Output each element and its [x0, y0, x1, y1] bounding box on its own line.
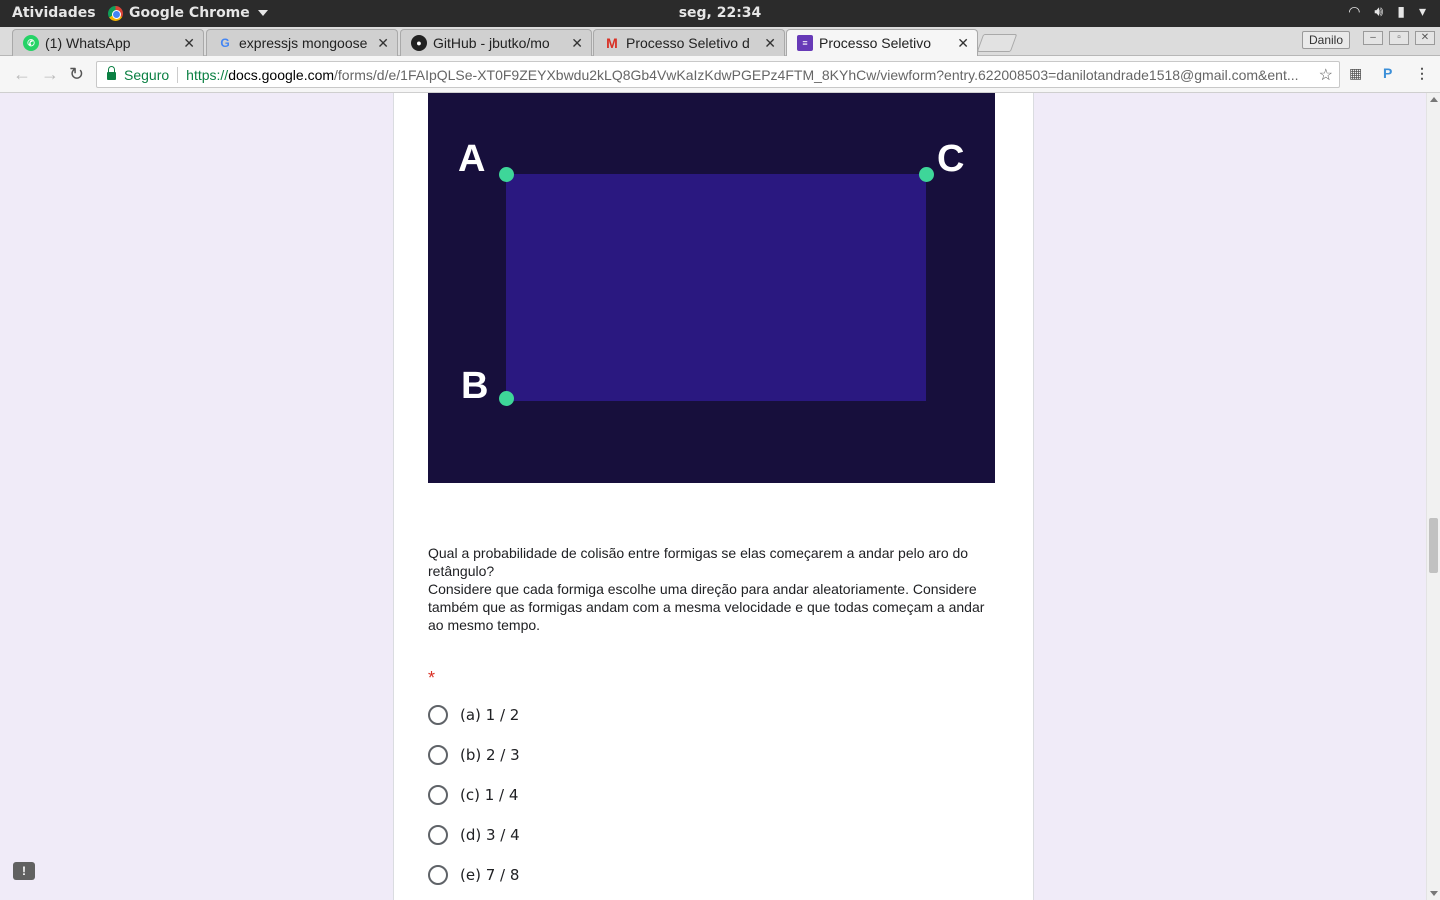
- scrollbar-thumb[interactable]: [1429, 518, 1438, 573]
- close-icon[interactable]: ✕: [183, 35, 195, 52]
- reload-icon[interactable]: ↻: [69, 64, 84, 85]
- secure-label: Seguro: [124, 66, 170, 83]
- google-icon: G: [220, 36, 230, 50]
- pushbullet-icon[interactable]: P: [1383, 65, 1392, 81]
- point-b: [499, 391, 514, 406]
- divider: [177, 66, 179, 83]
- tab-strip: ✆ (1) WhatsApp ✕ G expressjs mongoose ✕ …: [0, 27, 1440, 56]
- address-bar[interactable]: Seguro https://docs.google.com/forms/d/e…: [96, 61, 1340, 88]
- label-b: B: [461, 365, 489, 407]
- url-scheme: https://: [186, 66, 229, 83]
- volume-icon: 🔊︎: [1374, 4, 1384, 20]
- required-asterisk: *: [428, 668, 436, 688]
- tab-whatsapp[interactable]: ✆ (1) WhatsApp ✕: [12, 29, 204, 56]
- close-icon[interactable]: ✕: [377, 35, 389, 52]
- option-label: (d) 3 / 4: [460, 826, 520, 844]
- system-tray[interactable]: ◠ 🔊︎ ▮ ▾: [1348, 4, 1426, 20]
- tab-title: expressjs mongoose: [239, 35, 368, 51]
- menu-icon[interactable]: ⋮: [1415, 65, 1429, 82]
- radio-button[interactable]: [428, 745, 448, 765]
- url-host: docs.google.com: [228, 66, 335, 83]
- maximize-icon[interactable]: ▫: [1389, 31, 1409, 45]
- question-line: Qual a probabilidade de colisão entre fo…: [428, 545, 969, 579]
- label-c: C: [937, 138, 965, 180]
- tab-title: (1) WhatsApp: [45, 35, 131, 51]
- feedback-icon[interactable]: !: [13, 862, 35, 880]
- radio-button[interactable]: [428, 865, 448, 885]
- whatsapp-icon: ✆: [23, 35, 39, 51]
- option-c[interactable]: (c) 1 / 4: [428, 785, 518, 805]
- github-icon: ●: [411, 35, 427, 51]
- question-card: A C B Qual a probabilidade de colisão en…: [393, 93, 1034, 900]
- chevron-down-icon: ▾: [1418, 4, 1426, 20]
- option-a[interactable]: (a) 1 / 2: [428, 705, 519, 725]
- option-d[interactable]: (d) 3 / 4: [428, 825, 520, 845]
- tab-title: Processo Seletivo d: [626, 35, 750, 51]
- minimize-icon[interactable]: –: [1363, 31, 1383, 45]
- url-text[interactable]: https://docs.google.com/forms/d/e/1FAIpQ…: [186, 67, 1298, 83]
- label-a: A: [458, 138, 486, 180]
- profile-button[interactable]: Danilo: [1302, 31, 1351, 49]
- form-page: A C B Qual a probabilidade de colisão en…: [0, 93, 1426, 900]
- bookmark-star-icon[interactable]: ☆: [1319, 65, 1333, 85]
- tab-title: Processo Seletivo: [819, 35, 932, 51]
- close-icon[interactable]: ✕: [571, 35, 583, 52]
- close-icon[interactable]: ✕: [957, 35, 969, 52]
- point-c: [919, 167, 934, 182]
- option-label: (a) 1 / 2: [460, 706, 520, 724]
- scroll-up-icon[interactable]: [1430, 97, 1438, 102]
- back-icon[interactable]: ←: [13, 64, 31, 85]
- tab-title: GitHub - jbutko/mo: [433, 35, 550, 51]
- battery-icon: ▮: [1397, 4, 1405, 20]
- wifi-icon: ◠: [1348, 4, 1361, 20]
- close-window-icon[interactable]: ✕: [1415, 31, 1435, 45]
- option-label: (e) 7 / 8: [460, 866, 520, 884]
- new-tab-button[interactable]: [976, 34, 1018, 52]
- lock-icon: [107, 66, 116, 80]
- extension-icon[interactable]: ▦: [1349, 65, 1362, 82]
- tab-gmail[interactable]: M Processo Seletivo d ✕: [593, 29, 785, 56]
- option-label: (b) 2 / 3: [460, 746, 520, 764]
- scroll-down-icon[interactable]: [1430, 891, 1438, 896]
- page-scrollbar[interactable]: [1426, 93, 1440, 900]
- tab-processo-seletivo[interactable]: ≡ Processo Seletivo ✕: [786, 29, 978, 56]
- rectangle: [506, 174, 926, 401]
- url-path: /forms/d/e/1FAIpQLSe-XT0F9ZEYXbwdu2kLQ8G…: [334, 66, 1299, 83]
- question-line: Considere que cada formiga escolhe uma d…: [428, 581, 985, 633]
- browser-toolbar: ← → ↻ Seguro https://docs.google.com/for…: [0, 56, 1440, 93]
- question-text: Qual a probabilidade de colisão entre fo…: [428, 544, 998, 634]
- radio-button[interactable]: [428, 705, 448, 725]
- tab-github[interactable]: ● GitHub - jbutko/mo ✕: [400, 29, 592, 56]
- radio-button[interactable]: [428, 785, 448, 805]
- forms-icon: ≡: [797, 35, 813, 51]
- option-e[interactable]: (e) 7 / 8: [428, 865, 519, 885]
- tab-expressjs[interactable]: G expressjs mongoose ✕: [206, 29, 398, 56]
- radio-button[interactable]: [428, 825, 448, 845]
- close-icon[interactable]: ✕: [764, 35, 776, 52]
- gmail-icon: M: [606, 35, 618, 51]
- clock[interactable]: seg, 22:34: [0, 5, 1440, 21]
- rectangle-figure: A C B: [428, 93, 995, 483]
- system-top-bar: Atividades Google Chrome seg, 22:34 ◠ 🔊︎…: [0, 0, 1440, 27]
- point-a: [499, 167, 514, 182]
- option-label: (c) 1 / 4: [460, 786, 519, 804]
- option-b[interactable]: (b) 2 / 3: [428, 745, 520, 765]
- forward-icon[interactable]: →: [41, 64, 59, 85]
